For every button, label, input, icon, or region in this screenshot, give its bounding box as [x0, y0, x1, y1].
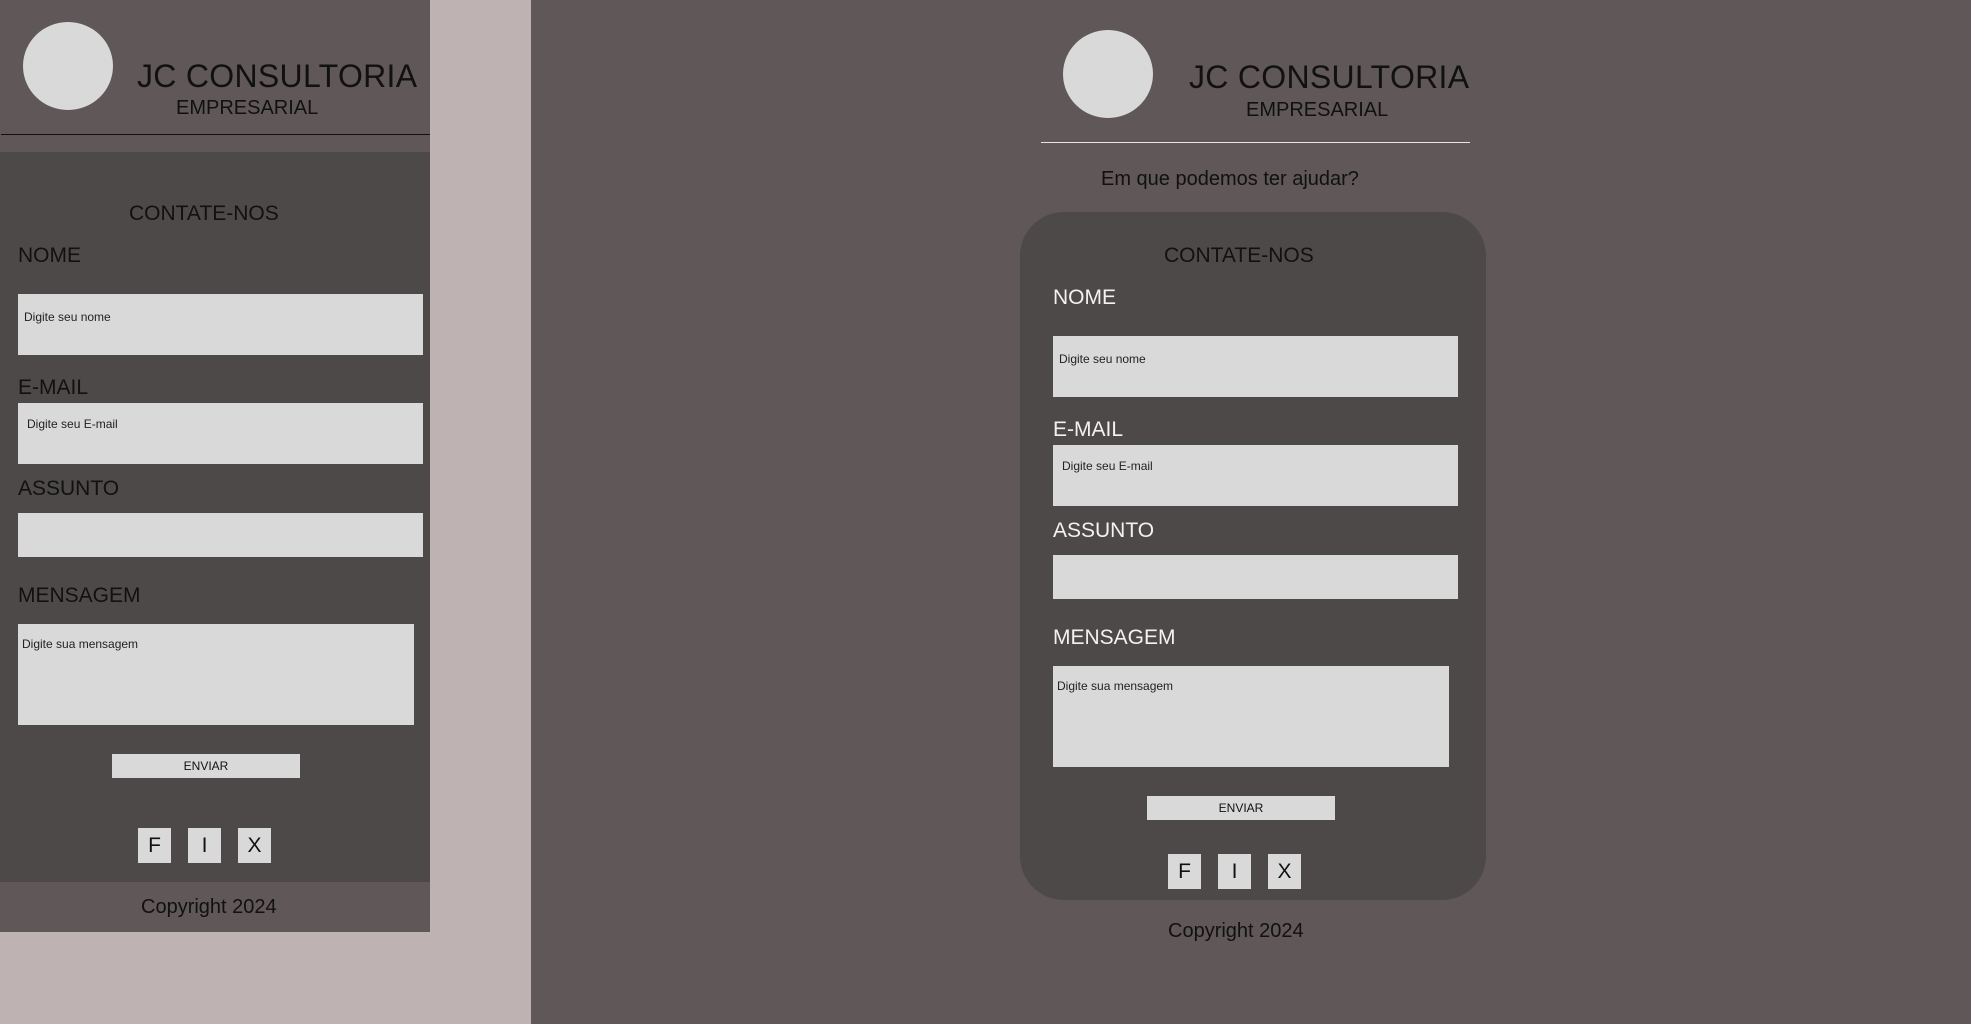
mobile-email-input[interactable]: Digite seu E-mail [18, 403, 423, 464]
desktop-contact-title: CONTATE-NOS [1164, 244, 1314, 267]
mobile-submit-button[interactable]: ENVIAR [112, 754, 300, 778]
mobile-message-label: MENSAGEM [18, 584, 141, 607]
desktop-name-label: NOME [1053, 286, 1116, 309]
desktop-name-placeholder: Digite seu nome [1059, 352, 1146, 366]
mobile-x-icon[interactable]: X [238, 828, 271, 863]
desktop-message-label: MENSAGEM [1053, 626, 1176, 649]
desktop-email-input[interactable]: Digite seu E-mail [1053, 445, 1458, 506]
desktop-email-label: E-MAIL [1053, 418, 1124, 441]
mobile-facebook-icon[interactable]: F [138, 828, 171, 863]
desktop-subject-input[interactable] [1053, 555, 1458, 599]
desktop-facebook-icon[interactable]: F [1168, 854, 1201, 889]
desktop-instagram-icon[interactable]: I [1218, 854, 1251, 889]
desktop-help-question: Em que podemos ter ajudar? [1101, 168, 1359, 190]
mobile-message-textarea[interactable]: Digite sua mensagem [18, 624, 414, 725]
mobile-header-divider [1, 134, 430, 135]
mobile-email-label: E-MAIL [18, 376, 89, 399]
mobile-instagram-icon[interactable]: I [188, 828, 221, 863]
mobile-message-placeholder: Digite sua mensagem [22, 637, 139, 651]
desktop-submit-button[interactable]: ENVIAR [1147, 796, 1335, 820]
mobile-subject-label: ASSUNTO [18, 477, 120, 500]
desktop-message-textarea[interactable]: Digite sua mensagem [1053, 666, 1449, 767]
mobile-name-placeholder: Digite seu nome [24, 310, 111, 324]
desktop-name-input[interactable]: Digite seu nome [1053, 336, 1458, 397]
desktop-subject-label: ASSUNTO [1053, 519, 1155, 542]
mobile-email-placeholder: Digite seu E-mail [27, 417, 118, 431]
desktop-message-placeholder: Digite sua mensagem [1057, 679, 1174, 693]
desktop-email-placeholder: Digite seu E-mail [1062, 459, 1153, 473]
mobile-subject-input[interactable] [18, 513, 423, 557]
mobile-brand-name: JC CONSULTORIA [137, 58, 418, 94]
desktop-brand-name: JC CONSULTORIA [1189, 59, 1470, 95]
mobile-contact-title: CONTATE-NOS [129, 202, 279, 225]
desktop-header-divider [1041, 142, 1470, 143]
mobile-name-label: NOME [18, 244, 81, 267]
mobile-brand-tagline: EMPRESARIAL [176, 97, 319, 119]
desktop-copyright: Copyright 2024 [1168, 920, 1304, 942]
mobile-logo-placeholder [23, 22, 113, 110]
mobile-copyright: Copyright 2024 [141, 896, 277, 918]
desktop-logo-placeholder [1063, 30, 1153, 118]
desktop-x-icon[interactable]: X [1268, 854, 1301, 889]
desktop-brand-tagline: EMPRESARIAL [1246, 99, 1389, 121]
mobile-name-input[interactable]: Digite seu nome [18, 294, 423, 355]
